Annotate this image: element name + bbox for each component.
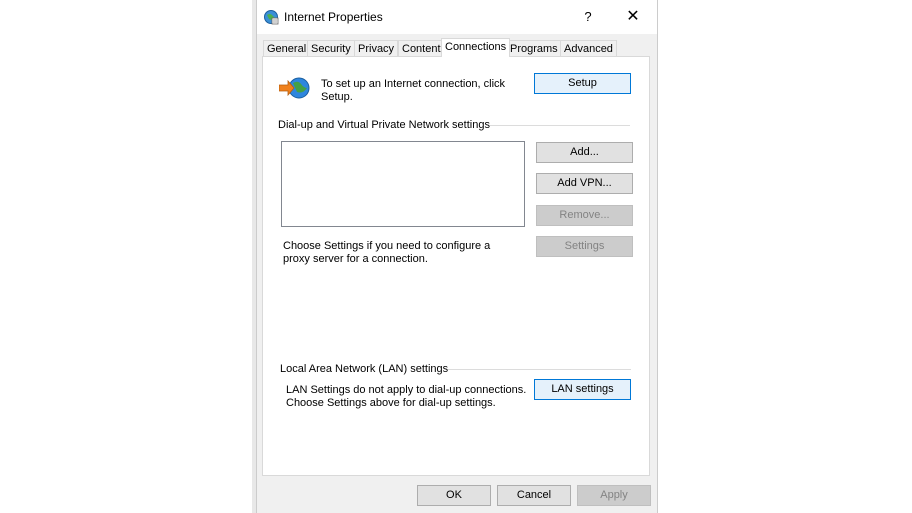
setup-button[interactable]: Setup <box>534 73 631 94</box>
ok-button[interactable]: OK <box>417 485 491 506</box>
setup-description: To set up an Internet connection, click … <box>321 78 506 103</box>
dialup-heading: Dial-up and Virtual Private Network sett… <box>278 119 490 131</box>
remove-button[interactable]: Remove... <box>536 205 633 226</box>
help-button[interactable]: ? <box>577 6 599 28</box>
tab-general[interactable]: General <box>263 40 311 56</box>
lan-settings-button[interactable]: LAN settings <box>534 379 631 400</box>
add-button[interactable]: Add... <box>536 142 633 163</box>
proxy-note: Choose Settings if you need to configure… <box>283 240 491 265</box>
lan-heading: Local Area Network (LAN) settings <box>280 363 449 375</box>
lan-divider <box>448 369 631 370</box>
tab-programs[interactable]: Programs <box>506 40 562 56</box>
apply-button[interactable]: Apply <box>577 485 651 506</box>
close-button[interactable]: ✕ <box>620 6 646 28</box>
connections-listbox[interactable] <box>281 141 525 227</box>
tab-connections[interactable]: Connections <box>441 38 511 57</box>
internet-globe-icon <box>264 10 279 25</box>
tab-privacy[interactable]: Privacy <box>354 40 399 56</box>
lan-note-line2: Choose Settings above for dial-up settin… <box>286 397 496 409</box>
dialup-divider <box>490 125 630 126</box>
cancel-button[interactable]: Cancel <box>497 485 571 506</box>
add-vpn-button[interactable]: Add VPN... <box>536 173 633 194</box>
internet-properties-dialog: Internet Properties ? ✕ General Security… <box>256 0 658 513</box>
tab-advanced[interactable]: Advanced <box>560 40 617 56</box>
title-bar[interactable]: Internet Properties ? ✕ <box>257 0 657 34</box>
settings-button[interactable]: Settings <box>536 236 633 257</box>
connection-wizard-icon <box>279 77 310 99</box>
window-title: Internet Properties <box>284 10 383 24</box>
lan-note-line1: LAN Settings do not apply to dial-up con… <box>286 384 527 396</box>
tab-content[interactable]: Content <box>398 40 445 56</box>
tab-security[interactable]: Security <box>307 40 355 56</box>
